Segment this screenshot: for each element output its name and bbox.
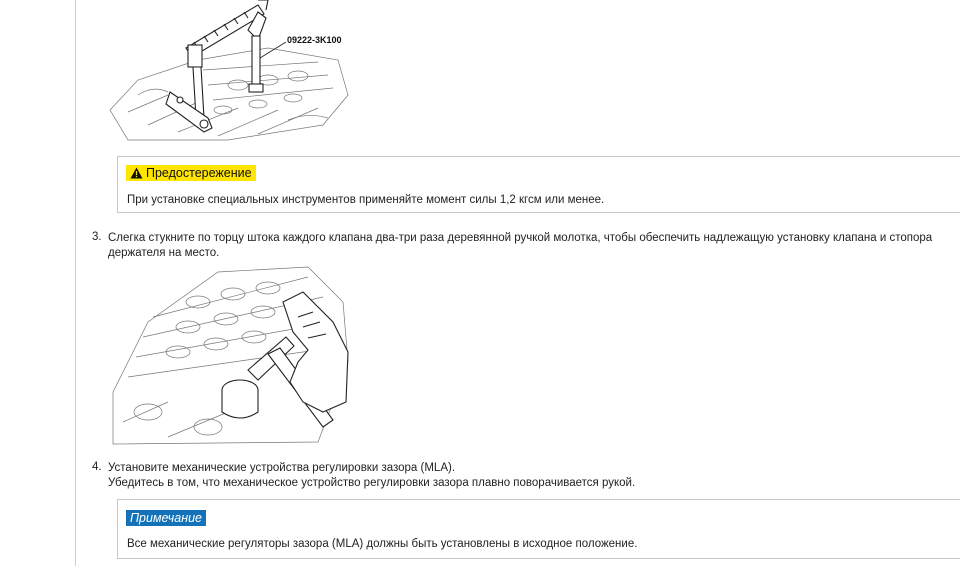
note-label: Примечание: [130, 511, 202, 525]
note-badge: Примечание: [126, 510, 206, 526]
caution-box: Предостережение При установке специальны…: [117, 156, 960, 213]
caution-label: Предостережение: [146, 166, 252, 180]
caution-text: При установке специальных инструментов п…: [127, 194, 605, 206]
caution-badge: Предостережение: [126, 165, 256, 181]
step-text-line: Установите механические устройства регул…: [108, 462, 456, 474]
step-text-line: держателя на место.: [108, 247, 220, 259]
tool-callout-label: 09222-3K100: [287, 35, 342, 45]
note-text: Все механические регуляторы зазора (MLA)…: [127, 538, 638, 550]
step-number: 4.: [92, 461, 102, 473]
hammer-tap-illustration: [112, 266, 349, 445]
figure-special-tool: [108, 0, 358, 150]
step-number: 3.: [92, 231, 102, 243]
step-text-line: Слегка стукните по торцу штока каждого к…: [108, 232, 933, 244]
warning-triangle-icon: [130, 167, 143, 179]
figure-hammer-tap: [108, 262, 358, 447]
step-text-line: Убедитесь в том, что механическое устрой…: [108, 477, 636, 489]
special-tool-illustration: [109, 0, 349, 141]
note-box: Примечание Все механические регуляторы з…: [117, 499, 960, 559]
left-margin-rule: [75, 0, 76, 566]
